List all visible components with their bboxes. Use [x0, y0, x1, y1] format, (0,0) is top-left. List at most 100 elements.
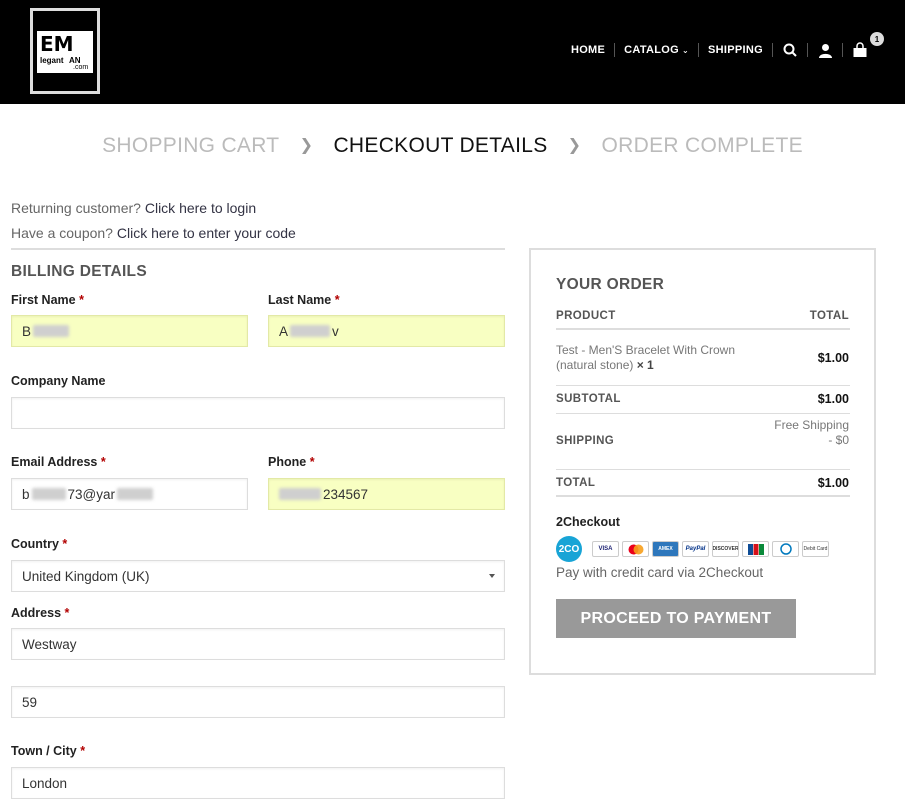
address-line2-value: 59	[22, 694, 38, 710]
product-column-header: PRODUCT	[556, 310, 616, 322]
cart-icon[interactable]: 1	[843, 32, 884, 59]
redacted-text	[117, 488, 153, 500]
step-order-complete: ORDER COMPLETE	[601, 134, 803, 157]
address-line1-field[interactable]: Westway	[11, 628, 505, 660]
section-divider	[11, 248, 505, 250]
city-label-text: Town / City	[11, 744, 77, 758]
coupon-notice: Have a coupon? Click here to enter your …	[11, 225, 296, 241]
user-icon[interactable]	[808, 41, 842, 59]
last-name-value-start: A	[279, 323, 289, 339]
2checkout-logo-icon: 2CO	[556, 536, 582, 562]
phone-label: Phone *	[268, 455, 315, 469]
required-mark: *	[80, 744, 86, 758]
coupon-notice-text: Have a coupon?	[11, 225, 113, 241]
shipping-label: SHIPPING	[556, 435, 615, 447]
login-notice-text: Returning customer?	[11, 200, 141, 216]
phone-field[interactable]: 234567	[268, 478, 505, 510]
checkout-steps: SHOPPING CART ❯ CHECKOUT DETAILS ❯ ORDER…	[0, 134, 905, 158]
required-mark: *	[64, 606, 70, 620]
country-select[interactable]: United Kingdom (UK)	[11, 560, 505, 592]
logo-initials: EM	[40, 32, 74, 56]
redacted-text	[279, 488, 321, 500]
first-name-label: First Name *	[11, 293, 84, 307]
address-label: Address *	[11, 606, 69, 620]
row-divider	[556, 495, 850, 497]
step-shopping-cart[interactable]: SHOPPING CART	[102, 134, 279, 158]
chevron-right-icon: ❯	[567, 137, 582, 154]
address-line1-value: Westway	[22, 636, 77, 652]
search-icon[interactable]	[773, 41, 807, 59]
first-name-label-text: First Name	[11, 293, 76, 307]
required-mark: *	[334, 293, 340, 307]
email-value-start: b	[22, 486, 30, 502]
order-product-name: Test - Men'S Bracelet With Crown (natura…	[556, 343, 771, 373]
nav-catalog-label: CATALOG	[624, 44, 680, 56]
login-link[interactable]: Click here to login	[145, 200, 256, 216]
billing-title: BILLING DETAILS	[11, 263, 147, 280]
email-value-mid: 73@yar	[67, 486, 115, 502]
nav-catalog[interactable]: CATALOG ⌄	[615, 44, 698, 56]
cart-count-badge: 1	[870, 32, 884, 46]
payment-method-label[interactable]: 2Checkout	[556, 515, 620, 529]
site-logo[interactable]: EM legant AN .com	[30, 8, 100, 94]
site-header: EM legant AN .com HOME CATALOG ⌄ SHIPPIN…	[0, 0, 905, 104]
subtotal-value: $1.00	[817, 392, 849, 406]
redacted-text	[31, 488, 66, 500]
country-label-text: Country	[11, 537, 59, 551]
logo-text-sub: .com	[73, 64, 89, 71]
address-label-text: Address	[11, 606, 62, 620]
city-field[interactable]: London	[11, 767, 505, 799]
paypal-card-icon: PayPal	[682, 541, 709, 557]
phone-label-text: Phone	[268, 455, 307, 469]
shipping-value: Free Shipping - $0	[774, 418, 849, 447]
first-name-field[interactable]: B	[11, 315, 248, 347]
email-label: Email Address *	[11, 455, 106, 469]
row-divider	[556, 328, 850, 330]
phone-value-end: 234567	[323, 486, 369, 502]
proceed-to-payment-button[interactable]: PROCEED TO PAYMENT	[556, 599, 796, 638]
company-label: Company Name	[11, 374, 106, 388]
chevron-down-icon: ⌄	[682, 45, 690, 55]
login-notice: Returning customer? Click here to login	[11, 200, 256, 216]
order-title: YOUR ORDER	[556, 276, 665, 293]
discover-card-icon: DISCOVER	[712, 541, 739, 557]
redacted-text	[290, 325, 331, 337]
total-column-header: TOTAL	[809, 310, 849, 322]
last-name-field[interactable]: Av	[268, 315, 505, 347]
order-summary: YOUR ORDER PRODUCT TOTAL Test - Men'S Br…	[529, 248, 876, 675]
caret-down-icon	[489, 574, 495, 578]
diners-card-icon	[772, 541, 799, 557]
coupon-link[interactable]: Click here to enter your code	[117, 225, 296, 241]
nav-home[interactable]: HOME	[562, 44, 614, 56]
required-mark: *	[79, 293, 84, 307]
email-field[interactable]: b 73@yar	[11, 478, 248, 510]
last-name-label: Last Name *	[268, 293, 340, 307]
step-checkout-details[interactable]: CHECKOUT DETAILS	[333, 134, 547, 158]
row-divider	[556, 413, 850, 414]
email-label-text: Email Address	[11, 455, 98, 469]
accepted-cards: 2CO VISA AMEX PayPal DISCOVER Debit Card	[556, 536, 832, 562]
required-mark: *	[100, 455, 106, 469]
country-label: Country *	[11, 537, 67, 551]
company-field[interactable]	[11, 397, 505, 429]
product-line-total: $1.00	[817, 351, 849, 365]
mastercard-card-icon	[622, 541, 649, 557]
order-total-value: $1.00	[817, 476, 849, 490]
logo-badge: EM legant AN .com	[37, 31, 93, 73]
amex-card-icon: AMEX	[652, 541, 679, 557]
redacted-text	[33, 325, 70, 337]
chevron-right-icon: ❯	[299, 137, 314, 154]
country-value: United Kingdom (UK)	[22, 568, 150, 584]
logo-text-left: legant	[40, 56, 64, 65]
city-label: Town / City *	[11, 744, 85, 758]
jcb-card-icon	[742, 541, 769, 557]
payment-description: Pay with credit card via 2Checkout	[556, 565, 764, 580]
required-mark: *	[62, 537, 68, 551]
debit-card-icon: Debit Card	[802, 541, 829, 557]
main-nav: HOME CATALOG ⌄ SHIPPING 1	[562, 32, 884, 59]
last-name-value-end: v	[332, 323, 339, 339]
address-line2-field[interactable]: 59	[11, 686, 505, 718]
first-name-value: B	[22, 323, 32, 339]
nav-shipping[interactable]: SHIPPING	[699, 44, 772, 56]
product-quantity: × 1	[636, 358, 654, 372]
